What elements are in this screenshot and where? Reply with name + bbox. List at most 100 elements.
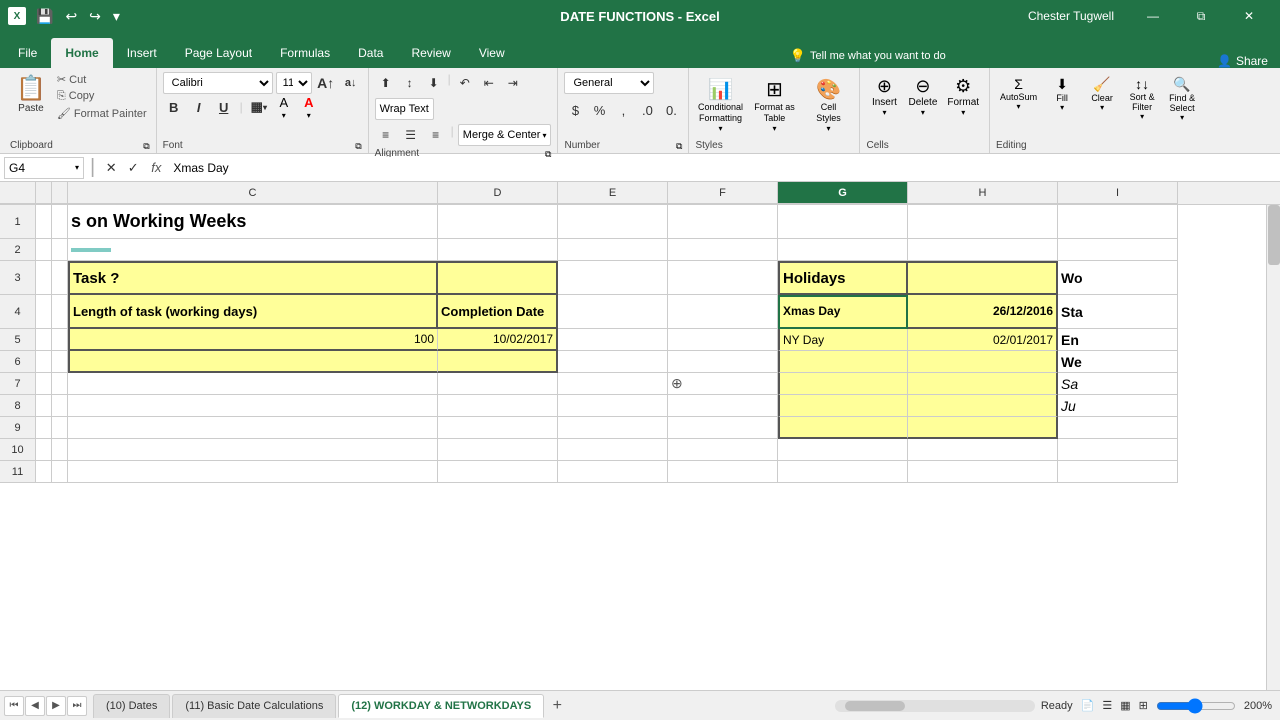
- cell-D10[interactable]: [438, 439, 558, 461]
- insert-button[interactable]: ⊕ Insert ▾: [866, 72, 902, 121]
- percent-button[interactable]: %: [588, 99, 610, 121]
- font-increase-button[interactable]: A↑: [315, 72, 337, 94]
- cell-F10[interactable]: [668, 439, 778, 461]
- decimal-increase-button[interactable]: .0: [636, 99, 658, 121]
- cell-E7[interactable]: [558, 373, 668, 395]
- number-format-select[interactable]: General: [564, 72, 654, 94]
- cell-C4[interactable]: Length of task (working days): [68, 295, 438, 329]
- cell-I3[interactable]: Wo: [1058, 261, 1178, 295]
- cell-G1[interactable]: [778, 205, 908, 239]
- sheet-nav-last[interactable]: ⏭: [67, 696, 87, 716]
- delete-button[interactable]: ⊖ Delete ▾: [904, 72, 941, 121]
- cell-B11[interactable]: [52, 461, 68, 483]
- col-header-F[interactable]: F: [668, 182, 778, 204]
- row-header-9[interactable]: 9: [0, 417, 36, 439]
- italic-button[interactable]: I: [188, 96, 210, 118]
- cell-I6[interactable]: We: [1058, 351, 1178, 373]
- merge-center-button[interactable]: Merge & Center▾: [458, 124, 552, 146]
- currency-button[interactable]: $: [564, 99, 586, 121]
- row-header-1[interactable]: 1: [0, 205, 36, 239]
- font-decrease-button[interactable]: a↓: [340, 72, 362, 94]
- cell-A9[interactable]: [36, 417, 52, 439]
- cell-G8[interactable]: [778, 395, 908, 417]
- cell-F6[interactable]: [668, 351, 778, 373]
- share-button[interactable]: 👤 Share: [1217, 54, 1268, 68]
- tab-data[interactable]: Data: [344, 38, 397, 68]
- indent-decrease-button[interactable]: ⇤: [478, 72, 500, 94]
- find-select-button[interactable]: 🔍 Find &Select ▾: [1163, 72, 1201, 126]
- cell-G9[interactable]: [778, 417, 908, 439]
- cell-E8[interactable]: [558, 395, 668, 417]
- autosum-button[interactable]: Σ AutoSum ▾: [996, 72, 1041, 115]
- cell-B7[interactable]: [52, 373, 68, 395]
- cell-C8[interactable]: [68, 395, 438, 417]
- cell-B4[interactable]: [52, 295, 68, 329]
- horizontal-scrollbar[interactable]: [835, 700, 1035, 712]
- comma-button[interactable]: ,: [612, 99, 634, 121]
- row-header-2[interactable]: 2: [0, 239, 36, 261]
- fill-color-button[interactable]: A ▾: [273, 96, 295, 118]
- vertical-scrollbar[interactable]: [1266, 204, 1280, 690]
- tab-formulas[interactable]: Formulas: [266, 38, 344, 68]
- sheet-nav-next[interactable]: ▶: [46, 696, 66, 716]
- cell-I7[interactable]: Sa: [1058, 373, 1178, 395]
- cell-I10[interactable]: [1058, 439, 1178, 461]
- cell-E6[interactable]: [558, 351, 668, 373]
- view-normal[interactable]: ☰: [1102, 699, 1112, 712]
- cell-E5[interactable]: [558, 329, 668, 351]
- cell-H10[interactable]: [908, 439, 1058, 461]
- cell-G10[interactable]: [778, 439, 908, 461]
- cell-E9[interactable]: [558, 417, 668, 439]
- sheet-nav-first[interactable]: ⏮: [4, 696, 24, 716]
- bold-button[interactable]: B: [163, 96, 185, 118]
- cell-A6[interactable]: [36, 351, 52, 373]
- cell-styles-button[interactable]: 🎨 CellStyles ▾: [803, 73, 853, 137]
- row-header-5[interactable]: 5: [0, 329, 36, 351]
- cell-C3[interactable]: Task ?: [68, 261, 438, 295]
- redo-button[interactable]: ↪: [85, 6, 105, 27]
- sort-filter-button[interactable]: ↕↓ Sort &Filter ▾: [1123, 72, 1161, 125]
- cell-E2[interactable]: [558, 239, 668, 261]
- col-header-A[interactable]: [36, 182, 52, 204]
- align-center-button[interactable]: ☰: [400, 124, 422, 146]
- zoom-slider[interactable]: [1156, 698, 1236, 714]
- add-sheet-button[interactable]: +: [546, 695, 568, 717]
- cell-B2[interactable]: [52, 239, 68, 261]
- cell-C2[interactable]: [68, 239, 438, 261]
- cell-D3[interactable]: [438, 261, 558, 295]
- cell-B10[interactable]: [52, 439, 68, 461]
- cell-D8[interactable]: [438, 395, 558, 417]
- cell-C11[interactable]: [68, 461, 438, 483]
- cell-F8[interactable]: [668, 395, 778, 417]
- view-page-break[interactable]: ⊞: [1139, 699, 1148, 712]
- cell-A11[interactable]: [36, 461, 52, 483]
- cell-E1[interactable]: [558, 205, 668, 239]
- cell-F4[interactable]: [668, 295, 778, 329]
- cell-A2[interactable]: [36, 239, 52, 261]
- align-bottom-button[interactable]: ⬇: [423, 72, 445, 94]
- sheet-tab-workday[interactable]: (12) WORKDAY & NETWORKDAYS: [338, 694, 544, 718]
- cell-F3[interactable]: [668, 261, 778, 295]
- borders-button[interactable]: ▦▾: [248, 96, 270, 118]
- cell-F5[interactable]: [668, 329, 778, 351]
- align-top-button[interactable]: ⬆: [375, 72, 397, 94]
- sheet-nav-prev[interactable]: ◀: [25, 696, 45, 716]
- indent-increase-button[interactable]: ⇥: [502, 72, 524, 94]
- cell-H9[interactable]: [908, 417, 1058, 439]
- cell-D6[interactable]: [438, 351, 558, 373]
- align-left-button[interactable]: ≡: [375, 124, 397, 146]
- cell-C9[interactable]: [68, 417, 438, 439]
- cell-B6[interactable]: [52, 351, 68, 373]
- align-right-button[interactable]: ≡: [425, 124, 447, 146]
- cell-E4[interactable]: [558, 295, 668, 329]
- col-header-H[interactable]: H: [908, 182, 1058, 204]
- underline-button[interactable]: U: [213, 96, 235, 118]
- cell-H7[interactable]: [908, 373, 1058, 395]
- cell-H3[interactable]: [908, 261, 1058, 295]
- cell-F2[interactable]: [668, 239, 778, 261]
- text-direction-button[interactable]: ↶: [454, 72, 476, 94]
- tab-view[interactable]: View: [465, 38, 519, 68]
- cell-A5[interactable]: [36, 329, 52, 351]
- row-header-10[interactable]: 10: [0, 439, 36, 461]
- scrollbar-thumb[interactable]: [1268, 205, 1280, 265]
